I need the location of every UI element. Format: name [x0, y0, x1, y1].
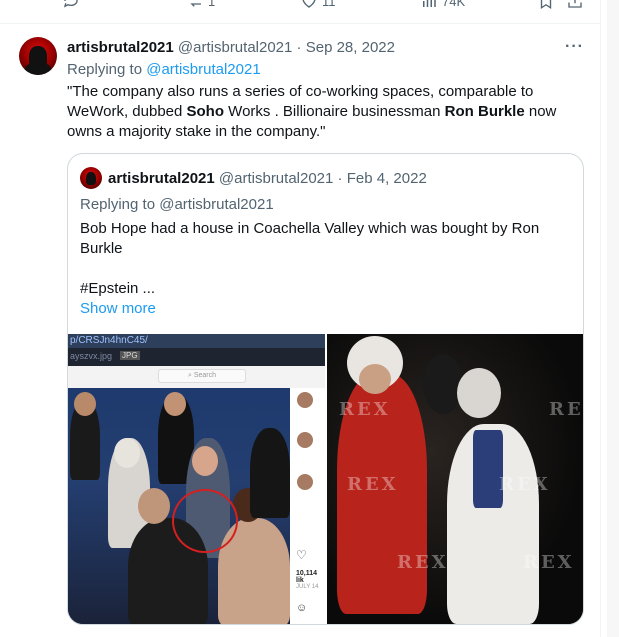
bold-soho: Soho — [186, 103, 225, 120]
quote-separator: · — [337, 170, 343, 187]
page-scrollbar[interactable] — [607, 0, 619, 637]
quoted-tweet[interactable]: artisbrutal2021 @artisbrutal2021 · Feb 4… — [67, 153, 584, 625]
like-button[interactable]: 11 — [300, 0, 336, 10]
share-button[interactable] — [566, 0, 584, 10]
bold-ron-burkle: Ron Burkle — [444, 103, 525, 120]
quote-author-avatar — [80, 167, 102, 189]
show-more-link[interactable]: Show more — [80, 299, 156, 319]
reply-icon — [63, 0, 78, 8]
rex-watermark: REX — [523, 552, 575, 573]
header-separator: · — [296, 39, 302, 56]
quote-hashtag-line: #Epstein ... — [80, 280, 156, 297]
heart-icon — [302, 0, 316, 8]
tweet-text: "The company also runs a series of co-wo… — [67, 83, 557, 140]
rex-watermark: REX — [339, 399, 391, 420]
group-photo — [68, 388, 290, 624]
timeline-column: 1 11 74K artisbrutal2021 @artisbrutal202… — [0, 0, 601, 637]
more-options-button[interactable]: ··· — [565, 38, 584, 56]
photo-search-box: ⌕ Search — [158, 369, 246, 383]
retweet-button[interactable]: 1 — [186, 0, 215, 10]
photo-date-label: JULY 14 — [296, 584, 319, 590]
bookmark-button[interactable] — [537, 0, 555, 10]
replying-prefix: Replying to — [67, 61, 143, 78]
quote-author-name: artisbrutal2021 — [108, 170, 215, 187]
like-count: 11 — [322, 0, 336, 9]
author-name[interactable]: artisbrutal2021 — [67, 39, 174, 56]
quote-header: artisbrutal2021 @artisbrutal2021 · Feb 4… — [108, 169, 427, 188]
photo-rex-event[interactable]: REX REX REX REX REX REX — [327, 334, 584, 624]
quote-media-grid: p/CRSJn4hnC45/ ayszvx.jpg JPG ⌕ Search ♡… — [68, 334, 584, 624]
quote-replying-to: Replying to @artisbrutal2021 — [80, 196, 274, 213]
rex-watermark: REX — [499, 474, 551, 495]
bookmark-icon — [540, 0, 552, 10]
photo-group-screenshot[interactable]: p/CRSJn4hnC45/ ayszvx.jpg JPG ⌕ Search ♡… — [68, 334, 325, 624]
tweet-date[interactable]: Sep 28, 2022 — [306, 39, 395, 56]
views-icon — [423, 0, 436, 7]
quote-date: Feb 4, 2022 — [346, 170, 427, 187]
share-icon — [568, 0, 582, 8]
rex-watermark: REX — [347, 474, 399, 495]
quote-text: Bob Hope had a house in Coachella Valley… — [80, 220, 540, 257]
photo-likes-count: 10,114 lik — [296, 570, 318, 584]
rex-watermark: REX — [549, 399, 584, 420]
photo-heart-icon: ♡ — [296, 548, 307, 562]
view-count: 74K — [442, 0, 466, 9]
previous-tweet-action-bar: 1 11 74K — [0, 0, 601, 24]
rex-watermark: REX — [397, 552, 449, 573]
tweet-header: artisbrutal2021 @artisbrutal2021 · Sep 2… — [67, 38, 395, 57]
views-button[interactable]: 74K — [420, 0, 465, 10]
quote-author-handle: @artisbrutal2021 — [218, 170, 334, 187]
photo-emoji-icon: ☺ — [296, 602, 308, 614]
retweet-count: 1 — [208, 0, 216, 9]
photo-url-text: p/CRSJn4hnC45/ — [70, 335, 148, 346]
photo-file-ext: JPG — [120, 351, 140, 360]
highlight-circle — [172, 489, 238, 553]
replying-handle-link[interactable]: @artisbrutal2021 — [146, 61, 260, 78]
photo-filename-text: ayszvx.jpg — [70, 351, 113, 361]
retweet-icon — [190, 3, 201, 7]
replying-to: Replying to @artisbrutal2021 — [67, 60, 261, 79]
author-handle[interactable]: @artisbrutal2021 — [178, 39, 292, 56]
reply-button[interactable] — [62, 0, 80, 10]
author-avatar[interactable] — [19, 37, 57, 75]
